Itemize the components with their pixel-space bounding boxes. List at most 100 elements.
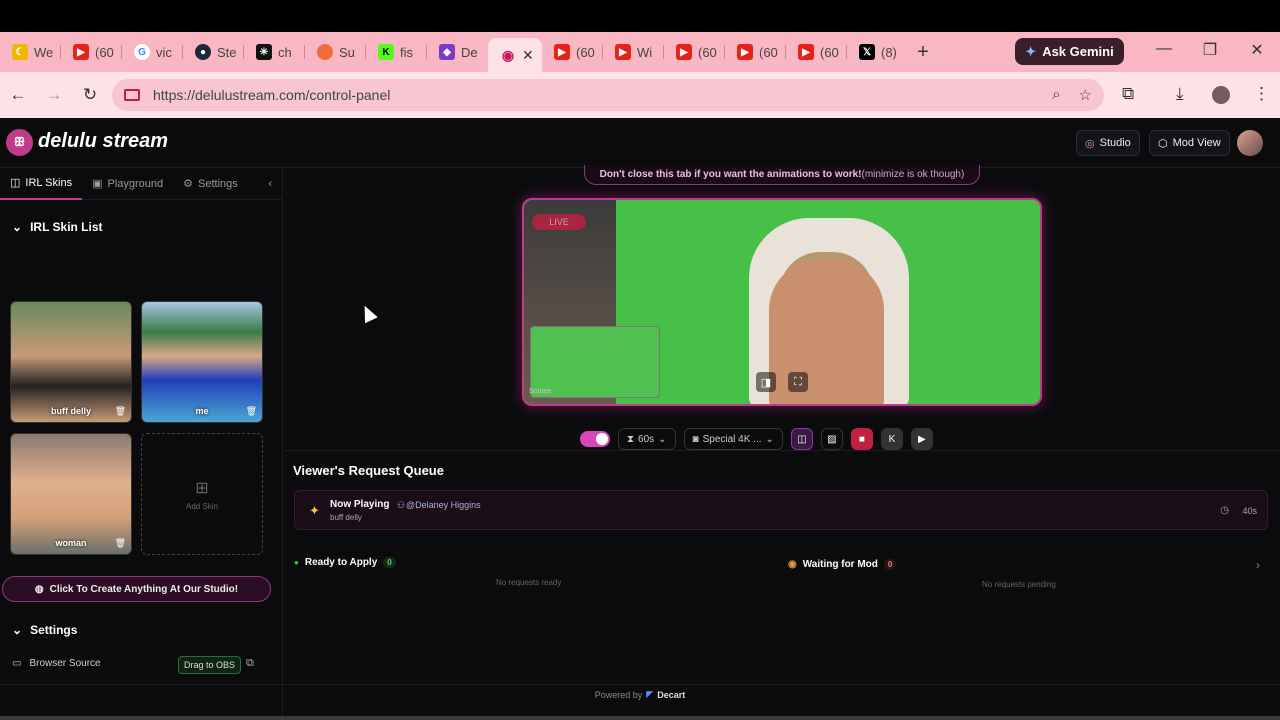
profile-avatar[interactable]	[1212, 86, 1230, 104]
decart-icon: ◆	[439, 44, 455, 60]
browser-tab[interactable]: Su	[305, 38, 366, 66]
image-icon[interactable]: ▨	[820, 428, 843, 450]
trash-icon[interactable]: 🗑	[115, 538, 126, 549]
skin-card[interactable]: woman 🗑	[10, 433, 132, 555]
hourglass-icon: ⧗	[627, 433, 635, 445]
main-panel: Don't close this tab if you want the ani…	[284, 165, 1280, 716]
gear-icon: ⚙	[183, 178, 194, 190]
tab-playground[interactable]: ▣ Playground	[82, 168, 173, 200]
close-window-button[interactable]: ✕	[1245, 40, 1269, 60]
pip-toggle-icon[interactable]: ◨	[756, 372, 776, 392]
skin-list-header[interactable]: ⌄ IRL Skin List	[12, 220, 103, 234]
video-person	[769, 260, 884, 404]
user-icon: ⚇	[397, 500, 406, 510]
brand-name[interactable]: delulu stream	[38, 130, 168, 153]
browser-tab[interactable]: ◆ De	[427, 38, 488, 66]
youtube-icon[interactable]: ▶	[910, 428, 933, 450]
create-at-studio-button[interactable]: ◍ Click To Create Anything At Our Studio!	[2, 576, 271, 602]
browser-tab[interactable]: ☾ We	[0, 38, 61, 66]
studio-button[interactable]: ◎ Studio	[1076, 130, 1140, 156]
download-icon[interactable]: ⤓	[1176, 84, 1184, 104]
window-top-edge	[0, 0, 1280, 32]
skin-card[interactable]: me 🗑	[141, 301, 263, 423]
tab-irl-skins[interactable]: ◫ IRL Skins	[0, 168, 83, 200]
youtube-icon: ▶	[554, 44, 570, 60]
studio-icon: ◎	[1085, 137, 1095, 150]
kick-icon[interactable]: K	[880, 428, 903, 450]
ask-gemini-button[interactable]: ✦ Ask Gemini	[1015, 38, 1124, 65]
add-skin-button[interactable]: ⊞ Add Skin	[141, 433, 263, 555]
extensions-icon[interactable]: ⧉	[1122, 84, 1134, 104]
menu-dots-icon[interactable]: ⋮	[1253, 84, 1270, 104]
now-playing-card[interactable]: ✦ Now Playing ⚇ @Delaney Higgins buff de…	[294, 490, 1268, 530]
browser-tab[interactable]: ▶ Wi	[603, 38, 664, 66]
reload-icon[interactable]: ↻	[72, 85, 108, 105]
address-bar[interactable]: https://delulustream.com/control-panel ⌕…	[112, 79, 1104, 111]
skin-card[interactable]: buff delly 🗑	[10, 301, 132, 423]
trash-icon[interactable]: 🗑	[115, 406, 126, 417]
trash-icon[interactable]: 🗑	[246, 406, 257, 417]
gemini-icon: ✦	[1025, 43, 1037, 59]
minimize-button[interactable]: —	[1152, 40, 1176, 58]
mod-view-button[interactable]: ⬡ Mod View	[1149, 130, 1230, 156]
ready-column-header: ● Ready to Apply 0	[294, 557, 396, 568]
moon-icon: ☾	[12, 44, 28, 60]
browser-tab[interactable]: 𝕏 (8)	[847, 38, 908, 66]
kick-icon: K	[378, 44, 394, 60]
stop-icon[interactable]: ■	[850, 428, 873, 450]
live-toggle[interactable]	[580, 431, 610, 447]
site-info-icon[interactable]	[124, 89, 140, 101]
copy-icon[interactable]: ⧉	[246, 657, 254, 670]
back-icon[interactable]: ←	[0, 85, 36, 105]
close-tab-icon[interactable]: ✕	[522, 47, 534, 64]
browser-tab[interactable]: ▶ (60	[725, 38, 786, 66]
youtube-icon: ▶	[73, 44, 89, 60]
app-header: ꕥ delulu stream ◎ Studio ⬡ Mod View	[0, 118, 1280, 168]
source-preview[interactable]: Source	[529, 326, 660, 398]
forward-icon[interactable]: →	[36, 85, 72, 105]
browser-tab[interactable]: ▶ (60	[786, 38, 847, 66]
video-preview[interactable]: LIVE Source ◨ ⛶	[522, 198, 1042, 406]
google-icon: G	[134, 44, 150, 60]
fullscreen-icon[interactable]: ⛶	[788, 372, 808, 392]
live-badge: LIVE	[532, 214, 586, 230]
new-tab-button[interactable]: +	[908, 41, 938, 64]
eye-icon: ◉	[788, 559, 797, 570]
youtube-icon: ▶	[737, 44, 753, 60]
browser-tab[interactable]: ▶ (60	[542, 38, 603, 66]
browser-tab[interactable]: ✳ ch	[244, 38, 305, 66]
ready-empty-state: No requests ready	[496, 578, 562, 587]
model-select[interactable]: ◙ Special 4K ... ⌄	[683, 428, 783, 450]
chevron-right-icon[interactable]: ›	[1256, 558, 1260, 572]
browser-tab[interactable]: Gvic	[122, 38, 183, 66]
youtube-icon: ▶	[615, 44, 631, 60]
bookmark-star-icon[interactable]: ☆	[1079, 86, 1092, 104]
circle-icon	[317, 44, 333, 60]
waiting-empty-state: No requests pending	[982, 580, 1056, 589]
collapse-sidebar-icon[interactable]: ‹	[258, 168, 282, 200]
browser-tab[interactable]: ▶ (60	[664, 38, 725, 66]
tab-settings[interactable]: ⚙ Settings	[173, 168, 248, 200]
shield-icon: ⬡	[1158, 137, 1168, 150]
browser-tab[interactable]: Kfis	[366, 38, 427, 66]
zoom-icon[interactable]: ⌕	[1052, 86, 1060, 104]
sidebar: ◫ IRL Skins ▣ Playground ⚙ Settings ‹ ⌄ IRL …	[0, 168, 283, 716]
browser-source-row: ▭ Browser Source	[12, 658, 101, 669]
duration-select[interactable]: ⧗ 60s ⌄	[618, 428, 676, 450]
drag-to-obs-button[interactable]: Drag to OBS	[178, 656, 242, 674]
url-text[interactable]: https://delulustream.com/control-panel	[153, 87, 390, 103]
browser-tab-active[interactable]: ◉ ✕	[488, 38, 542, 72]
logo-icon[interactable]: ꕥ	[6, 129, 33, 156]
sparkle-icon: ✦	[309, 503, 320, 518]
steam-icon: ●	[195, 44, 211, 60]
restore-button[interactable]: ❐	[1198, 40, 1222, 60]
browser-tab[interactable]: ▶ (60	[61, 38, 122, 66]
layout-icon[interactable]: ◫	[790, 428, 813, 450]
chevron-down-icon: ⌄	[12, 623, 23, 637]
youtube-icon: ▶	[798, 44, 814, 60]
user-avatar[interactable]	[1237, 130, 1263, 156]
add-image-icon: ⊞	[195, 479, 209, 497]
settings-header[interactable]: ⌄ Settings	[12, 623, 77, 637]
monitor-icon: ▭	[12, 658, 22, 669]
browser-tab[interactable]: ● Ste	[183, 38, 244, 66]
